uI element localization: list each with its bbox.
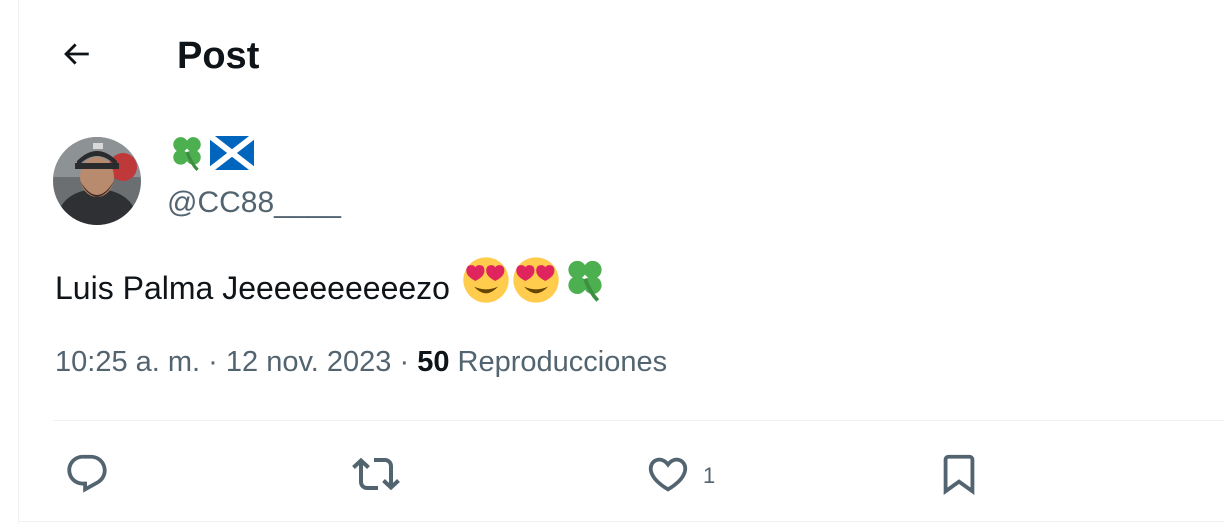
reply-button[interactable] [64, 448, 110, 504]
post-emojis [462, 256, 608, 319]
post-header: Post [0, 0, 1224, 110]
reply-icon [64, 451, 110, 502]
post-text-content: Luis Palma Jeeeeeeeeeezo [55, 269, 450, 306]
author-handle[interactable]: @CC88____ [167, 184, 341, 222]
views-count: 50 [417, 346, 450, 378]
bottom-border [18, 521, 1224, 522]
heart-eyes-icon [462, 256, 510, 319]
post-meta: 10:25 a. m. · 12 nov. 2023 · 50 Reproduc… [55, 342, 667, 382]
post-date[interactable]: 12 nov. 2023 [226, 342, 392, 382]
meta-space [449, 342, 457, 382]
heart-icon [645, 451, 691, 502]
four-leaf-clover-icon [562, 257, 608, 318]
heart-eyes-icon [512, 256, 560, 319]
repost-button[interactable] [352, 448, 400, 504]
page-title: Post [177, 35, 260, 77]
repost-icon [352, 450, 400, 503]
bookmark-icon [936, 451, 982, 502]
avatar[interactable] [53, 137, 141, 225]
post-time[interactable]: 10:25 a. m. [55, 342, 200, 382]
author-display-name[interactable] [168, 133, 256, 181]
like-button[interactable]: 1 [645, 448, 715, 504]
bookmark-button[interactable] [936, 448, 982, 504]
arrow-left-icon [59, 37, 93, 76]
back-button[interactable] [56, 36, 96, 76]
views-label: Reproducciones [457, 346, 668, 378]
like-count: 1 [703, 463, 716, 488]
scotland-flag-icon [208, 133, 256, 181]
action-bar: 1 [0, 440, 1224, 510]
divider [53, 420, 1224, 421]
meta-separator: · [391, 346, 418, 378]
meta-separator: · [200, 346, 226, 378]
post-text: Luis Palma Jeeeeeeeeeezo [55, 256, 608, 319]
four-leaf-clover-icon [168, 134, 206, 183]
